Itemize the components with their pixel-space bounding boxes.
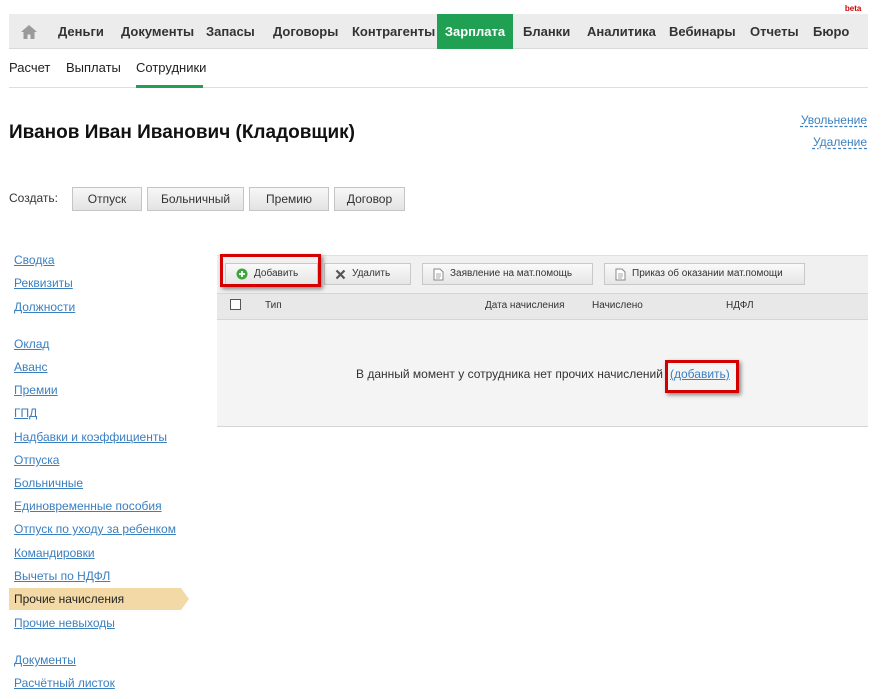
menu-vacations[interactable]: Отпуска <box>14 453 59 467</box>
sub-navigation: Расчет Выплаты Сотрудники <box>9 50 868 88</box>
column-ndfl: НДФЛ <box>726 300 754 311</box>
nav-money[interactable]: Деньги <box>58 14 104 49</box>
menu-gpd[interactable]: ГПД <box>14 406 37 420</box>
delete-button[interactable]: Удалить <box>324 263 411 285</box>
nav-bureau[interactable]: Бюро beta <box>813 4 861 49</box>
create-contract-button[interactable]: Договор <box>334 187 405 211</box>
subnav-calculation[interactable]: Расчет <box>9 50 50 88</box>
menu-requisites[interactable]: Реквизиты <box>14 276 73 290</box>
menu-bonuses[interactable]: Премии <box>14 383 58 397</box>
menu-positions[interactable]: Должности <box>14 300 75 314</box>
add-button-highlight <box>220 254 321 287</box>
table-body: В данный момент у сотрудника нет прочих … <box>217 320 868 427</box>
nav-counterparties[interactable]: Контрагенты <box>352 14 435 49</box>
page-title: Иванов Иван Иванович (Кладовщик) <box>9 122 355 143</box>
menu-salary[interactable]: Оклад <box>14 337 49 351</box>
menu-tax-deductions[interactable]: Вычеты по НДФЛ <box>14 569 110 583</box>
aid-statement-label: Заявление на мат.помощь <box>450 268 573 279</box>
aid-order-label: Приказ об оказании мат.помощи <box>632 268 783 279</box>
create-label: Создать: <box>9 191 58 205</box>
subnav-payments[interactable]: Выплаты <box>66 50 121 88</box>
menu-allowances[interactable]: Надбавки и коэффициенты <box>14 430 167 444</box>
menu-sick-leaves[interactable]: Больничные <box>14 476 83 490</box>
create-bonus-button[interactable]: Премию <box>249 187 329 211</box>
nav-contracts[interactable]: Договоры <box>273 14 338 49</box>
top-navigation: Деньги Документы Запасы Договоры Контраг… <box>9 4 868 49</box>
close-icon <box>335 269 346 279</box>
create-sick-leave-button[interactable]: Больничный <box>147 187 244 211</box>
delete-button-label: Удалить <box>352 268 391 279</box>
subnav-employees[interactable]: Сотрудники <box>136 50 206 88</box>
home-icon <box>21 24 37 39</box>
nav-webinars[interactable]: Вебинары <box>669 14 736 49</box>
select-all-checkbox[interactable] <box>230 299 241 310</box>
column-type: Тип <box>265 300 282 311</box>
menu-summary[interactable]: Сводка <box>14 253 55 267</box>
menu-other-absences[interactable]: Прочие невыходы <box>14 616 115 630</box>
menu-documents[interactable]: Документы <box>14 653 76 667</box>
nav-salary[interactable]: Зарплата <box>437 14 513 49</box>
create-vacation-button[interactable]: Отпуск <box>72 187 142 211</box>
column-accrual-date: Дата начисления <box>485 300 565 311</box>
nav-analytics[interactable]: Аналитика <box>587 14 656 49</box>
menu-other-accruals[interactable]: Прочие начисления <box>9 588 189 610</box>
add-link-highlight <box>665 360 739 393</box>
nav-forms[interactable]: Бланки <box>523 14 570 49</box>
table-header: Тип Дата начисления Начислено НДФЛ <box>217 293 868 320</box>
document-icon <box>433 268 444 280</box>
menu-parental-leave[interactable]: Отпуск по уходу за ребенком <box>14 522 176 536</box>
home-button[interactable] <box>9 14 49 49</box>
column-accrued: Начислено <box>592 300 643 311</box>
empty-state-text: В данный момент у сотрудника нет прочих … <box>356 367 663 381</box>
menu-business-trips[interactable]: Командировки <box>14 546 95 560</box>
menu-advance[interactable]: Аванс <box>14 360 48 374</box>
menu-lump-sum-benefits[interactable]: Единовременные пособия <box>14 499 162 513</box>
dismiss-link[interactable]: Увольнение <box>801 113 867 127</box>
beta-badge: beta <box>844 4 862 13</box>
aid-statement-button[interactable]: Заявление на мат.помощь <box>422 263 593 285</box>
nav-bureau-label: Бюро <box>813 24 850 39</box>
nav-reports[interactable]: Отчеты <box>750 14 799 49</box>
document-icon <box>615 268 626 280</box>
aid-order-button[interactable]: Приказ об оказании мат.помощи <box>604 263 805 285</box>
menu-payslip[interactable]: Расчётный листок <box>14 676 115 690</box>
delete-employee-link[interactable]: Удаление <box>813 135 867 149</box>
nav-stock[interactable]: Запасы <box>206 14 255 49</box>
nav-documents[interactable]: Документы <box>121 14 194 49</box>
